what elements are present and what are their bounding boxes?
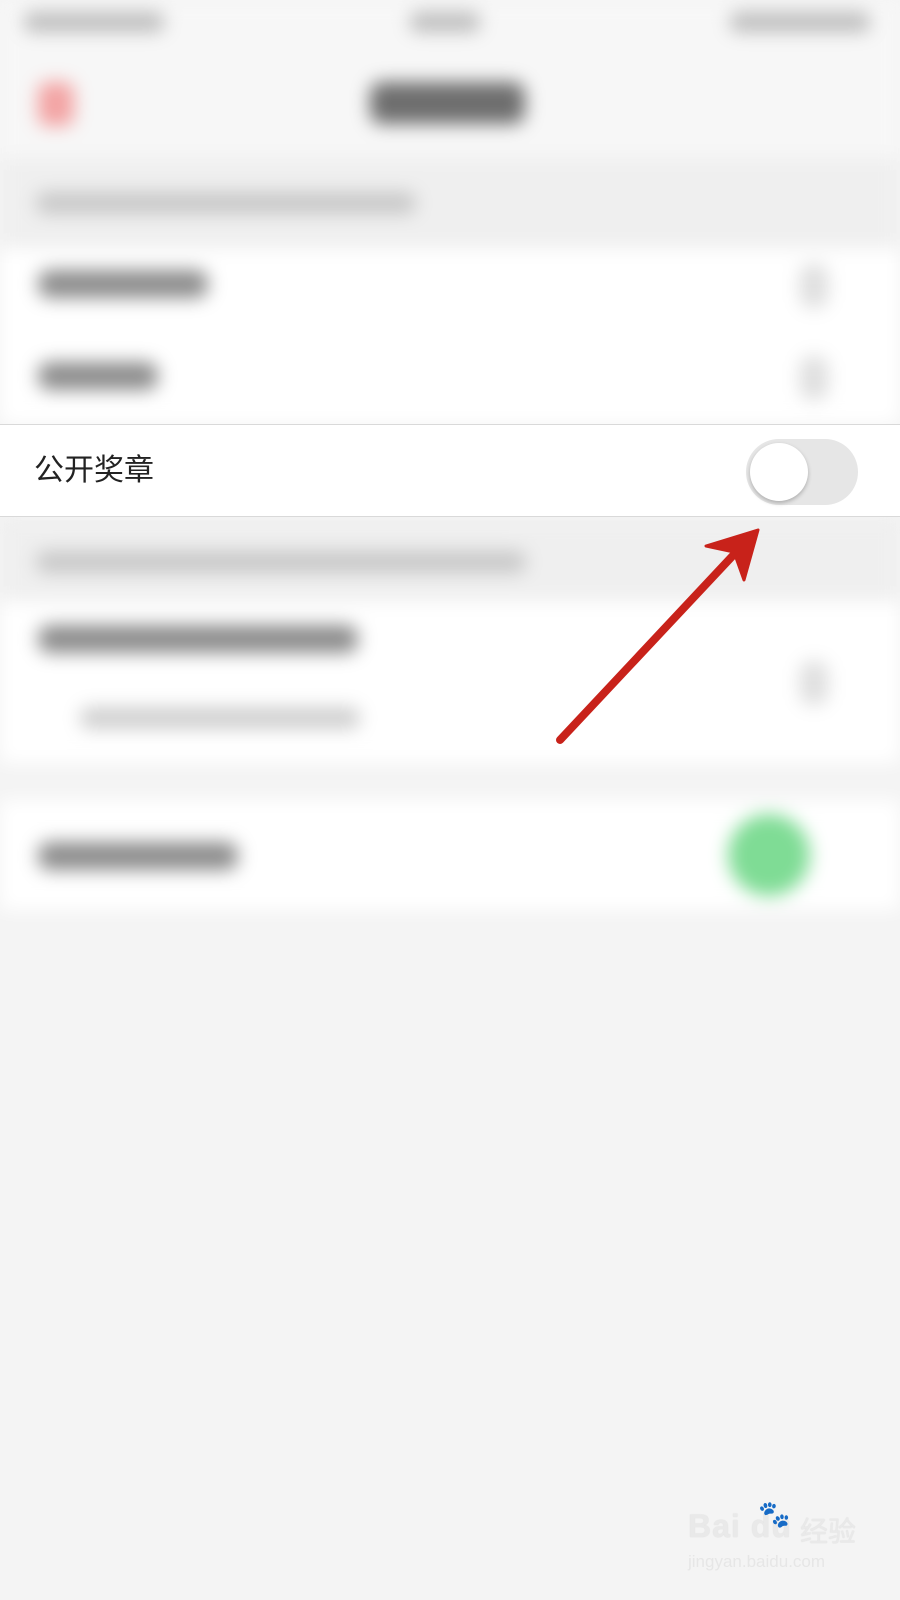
paw-icon: 🐾	[758, 1500, 791, 1530]
settings-screen: 公开奖章 Bai du 🐾 经验 jingyan.baidu.com	[0, 0, 900, 1600]
blurred-background	[0, 0, 900, 1600]
settings-card-bottom	[0, 800, 900, 910]
setting-row-4[interactable]	[38, 842, 238, 870]
watermark-url: jingyan.baidu.com	[688, 1552, 826, 1571]
navigation-bar	[0, 48, 900, 158]
setting-row-public-badges[interactable]: 公开奖章	[0, 424, 900, 517]
setting-row-1[interactable]	[38, 270, 208, 298]
setting-row-3[interactable]	[38, 625, 358, 653]
chevron-right-icon	[800, 661, 828, 705]
back-button[interactable]	[38, 82, 74, 126]
setting-row-2[interactable]	[38, 362, 158, 390]
toggle-knob	[750, 443, 808, 501]
section-hint	[0, 517, 900, 601]
status-bar	[0, 0, 900, 48]
chevron-right-icon	[800, 356, 828, 400]
watermark: Bai du 🐾 经验 jingyan.baidu.com	[688, 1500, 878, 1590]
section-hint	[0, 158, 900, 248]
toggle-on[interactable]	[728, 814, 810, 896]
page-title	[370, 82, 525, 124]
settings-card-top	[0, 248, 900, 424]
public-badges-label: 公开奖章	[34, 453, 154, 488]
watermark-cn: 经验	[800, 1515, 857, 1548]
settings-card-middle	[0, 601, 900, 763]
public-badges-toggle[interactable]	[746, 439, 858, 505]
chevron-right-icon	[800, 264, 828, 308]
